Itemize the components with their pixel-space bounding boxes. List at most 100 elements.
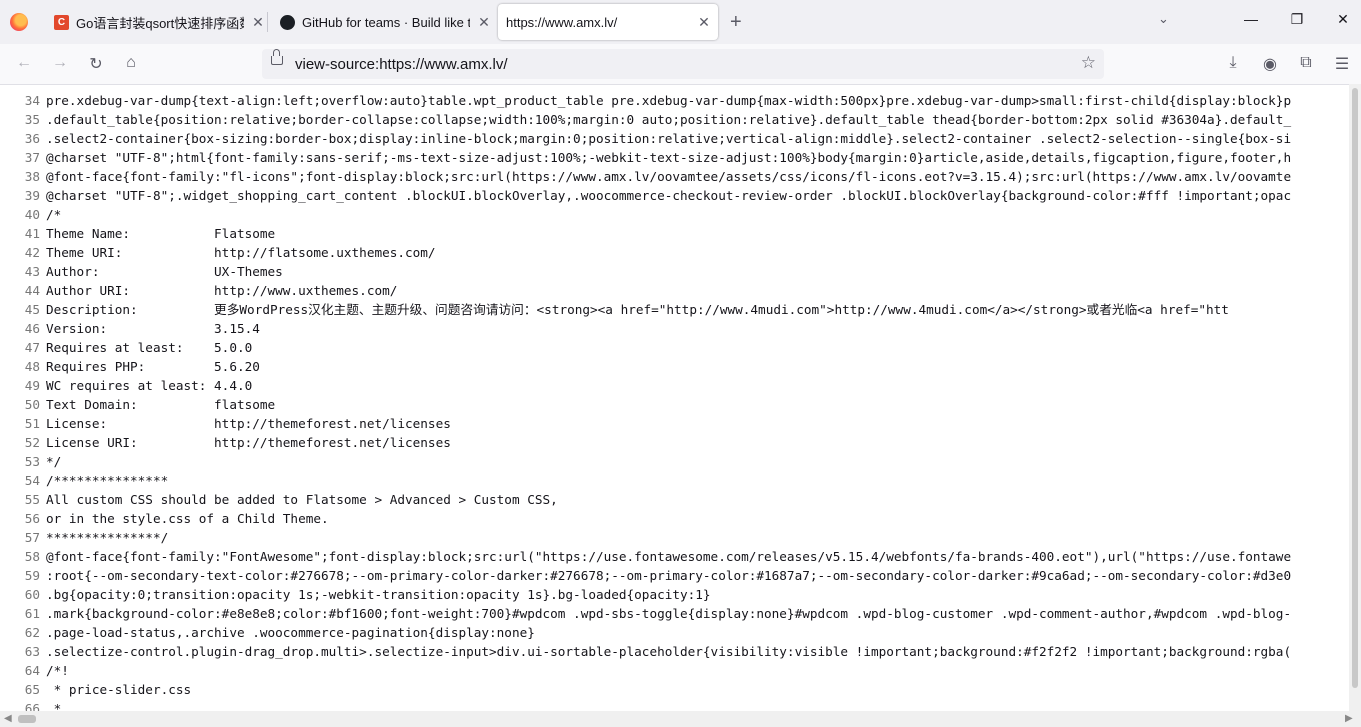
new-tab-plus-icon[interactable]: +: [730, 11, 742, 34]
line-text: Requires PHP: 5.6.20: [46, 359, 260, 374]
line-number: 61: [24, 606, 40, 621]
source-line: 34 pre.xdebug-var-dump{text-align:left;ov…: [0, 91, 1291, 110]
line-number: 34: [24, 93, 40, 108]
line-text: .bg{opacity:0;transition:opacity 1s;-web…: [46, 587, 711, 602]
close-icon[interactable]: ✕: [696, 14, 712, 31]
source-line: 42 Theme URI: http://flatsome.uxthemes.co…: [0, 243, 436, 262]
line-text: */: [46, 454, 62, 469]
line-number: 58: [24, 549, 40, 564]
tab-go-qsort[interactable]: C Go语言封装qsort快速排序函数 ✕: [48, 4, 272, 40]
source-line: 66 *: [0, 699, 62, 711]
source-line: 47 Requires at least: 5.0.0: [0, 338, 253, 357]
line-text: @charset "UTF-8";html{font-family:sans-s…: [46, 150, 1292, 165]
arrow-right-icon[interactable]: →: [48, 54, 72, 74]
line-text: Text Domain: flatsome: [46, 397, 276, 412]
line-text: License URI: http://themeforest.net/lice…: [46, 435, 451, 450]
reload-icon[interactable]: ↻: [84, 54, 108, 74]
source-line: 48 Requires PHP: 5.6.20: [0, 357, 260, 376]
hamburger-menu-icon[interactable]: ☰: [1330, 54, 1354, 74]
source-line: 50 Text Domain: flatsome: [0, 395, 275, 414]
home-icon[interactable]: ⌂: [119, 54, 143, 74]
horizontal-scrollbar[interactable]: ◀ ▶: [0, 711, 1361, 727]
line-number: 51: [24, 416, 40, 431]
source-line: 55 All custom CSS should be added to Flat…: [0, 490, 558, 509]
line-number: 39: [24, 188, 40, 203]
view-source-content[interactable]: 34 pre.xdebug-var-dump{text-align:left;ov…: [0, 84, 1349, 711]
line-text: WC requires at least: 4.4.0: [46, 378, 253, 393]
line-text: /*: [46, 207, 62, 222]
line-number: 46: [24, 321, 40, 336]
vertical-scrollbar[interactable]: [1349, 84, 1361, 711]
lock-icon[interactable]: [271, 49, 283, 65]
source-line: 59:root{--om-secondary-text-color:#27667…: [0, 566, 1291, 585]
line-number: 50: [24, 397, 40, 412]
line-text: or in the style.css of a Child Theme.: [46, 511, 329, 526]
line-number: 66: [24, 701, 40, 711]
source-line: 38 @font-face{font-family:"fl-icons";font…: [0, 167, 1291, 186]
line-number: 44: [24, 283, 40, 298]
line-text: Version: 3.15.4: [46, 321, 260, 336]
source-line: 39 @charset "UTF-8";.widget_shopping_cart…: [0, 186, 1291, 205]
line-number: 40: [24, 207, 40, 222]
source-line: 61 .mark{background-color:#e8e8e8;color:#…: [0, 604, 1291, 623]
line-number: 47: [24, 340, 40, 355]
line-number: 63: [24, 644, 40, 659]
line-text: Theme URI: http://flatsome.uxthemes.com/: [46, 245, 436, 260]
source-line: 36 .select2-container{box-sizing:border-b…: [0, 129, 1291, 148]
line-number: 64: [24, 663, 40, 678]
line-text: License: http://themeforest.net/licenses: [46, 416, 451, 431]
source-line: 53 */: [0, 452, 62, 471]
source-line: 49 WC requires at least: 4.4.0: [0, 376, 253, 395]
line-text: All custom CSS should be added to Flatso…: [46, 492, 558, 507]
window-close-icon[interactable]: ✕: [1328, 11, 1358, 28]
address-bar[interactable]: view-source:https://www.amx.lv/ ☆: [262, 49, 1104, 79]
line-number: 56: [24, 511, 40, 526]
close-icon[interactable]: ✕: [476, 14, 492, 31]
tab-amx-active[interactable]: https://www.amx.lv/ ✕: [498, 4, 718, 40]
line-number: 62: [24, 625, 40, 640]
tab-github[interactable]: GitHub for teams · Build like the best ✕: [274, 4, 498, 40]
tab-separator: [267, 12, 268, 32]
source-line: 37 @charset "UTF-8";html{font-family:sans…: [0, 148, 1291, 167]
line-text: @charset "UTF-8";.widget_shopping_cart_c…: [46, 188, 1292, 203]
line-number: 65: [24, 682, 40, 697]
line-text: Author: UX-Themes: [46, 264, 283, 279]
source-line: 56 or in the style.css of a Child Theme.: [0, 509, 329, 528]
line-number: 59: [24, 568, 40, 583]
source-line: 46 Version: 3.15.4: [0, 319, 260, 338]
line-number: 41: [24, 226, 40, 241]
download-icon[interactable]: ⤓: [1221, 54, 1245, 74]
restore-icon[interactable]: ❐: [1282, 11, 1312, 28]
arrow-left-icon[interactable]: ←: [12, 54, 36, 74]
line-text: /*!: [46, 663, 69, 678]
line-number: 35: [24, 112, 40, 127]
line-number: 60: [24, 587, 40, 602]
scrollbar-thumb[interactable]: [18, 715, 36, 723]
line-number: 52: [24, 435, 40, 450]
scroll-right-icon[interactable]: ▶: [1345, 713, 1353, 724]
line-text: @font-face{font-family:"FontAwesome";fon…: [46, 549, 1292, 564]
star-icon[interactable]: ☆: [1081, 53, 1096, 73]
minimize-icon[interactable]: —: [1236, 11, 1266, 27]
puzzle-icon[interactable]: ⧉: [1294, 54, 1318, 74]
tab-strip: C Go语言封装qsort快速排序函数 ✕ GitHub for teams ·…: [0, 0, 1361, 44]
source-line: 41 Theme Name: Flatsome: [0, 224, 275, 243]
scroll-left-icon[interactable]: ◀: [4, 713, 12, 724]
line-number: 49: [24, 378, 40, 393]
line-number: 48: [24, 359, 40, 374]
close-icon[interactable]: ✕: [250, 14, 266, 31]
scrollbar-thumb[interactable]: [1352, 88, 1358, 688]
line-text: .mark{background-color:#e8e8e8;color:#bf…: [46, 606, 1292, 621]
line-text: @font-face{font-family:"fl-icons";font-d…: [46, 169, 1292, 184]
csdn-favicon-icon: C: [54, 14, 69, 30]
list-all-tabs-chevron-icon[interactable]: ⌄: [1158, 11, 1169, 27]
firefox-logo-icon[interactable]: [10, 13, 28, 31]
source-line: 40 /*: [0, 205, 62, 224]
address-input[interactable]: view-source:https://www.amx.lv/: [295, 56, 508, 73]
line-text: Author URI: http://www.uxthemes.com/: [46, 283, 398, 298]
account-icon[interactable]: ◉: [1258, 54, 1282, 74]
line-number: 38: [24, 169, 40, 184]
line-text: Requires at least: 5.0.0: [46, 340, 253, 355]
line-number: 53: [24, 454, 40, 469]
tab-title: https://www.amx.lv/: [506, 14, 618, 30]
